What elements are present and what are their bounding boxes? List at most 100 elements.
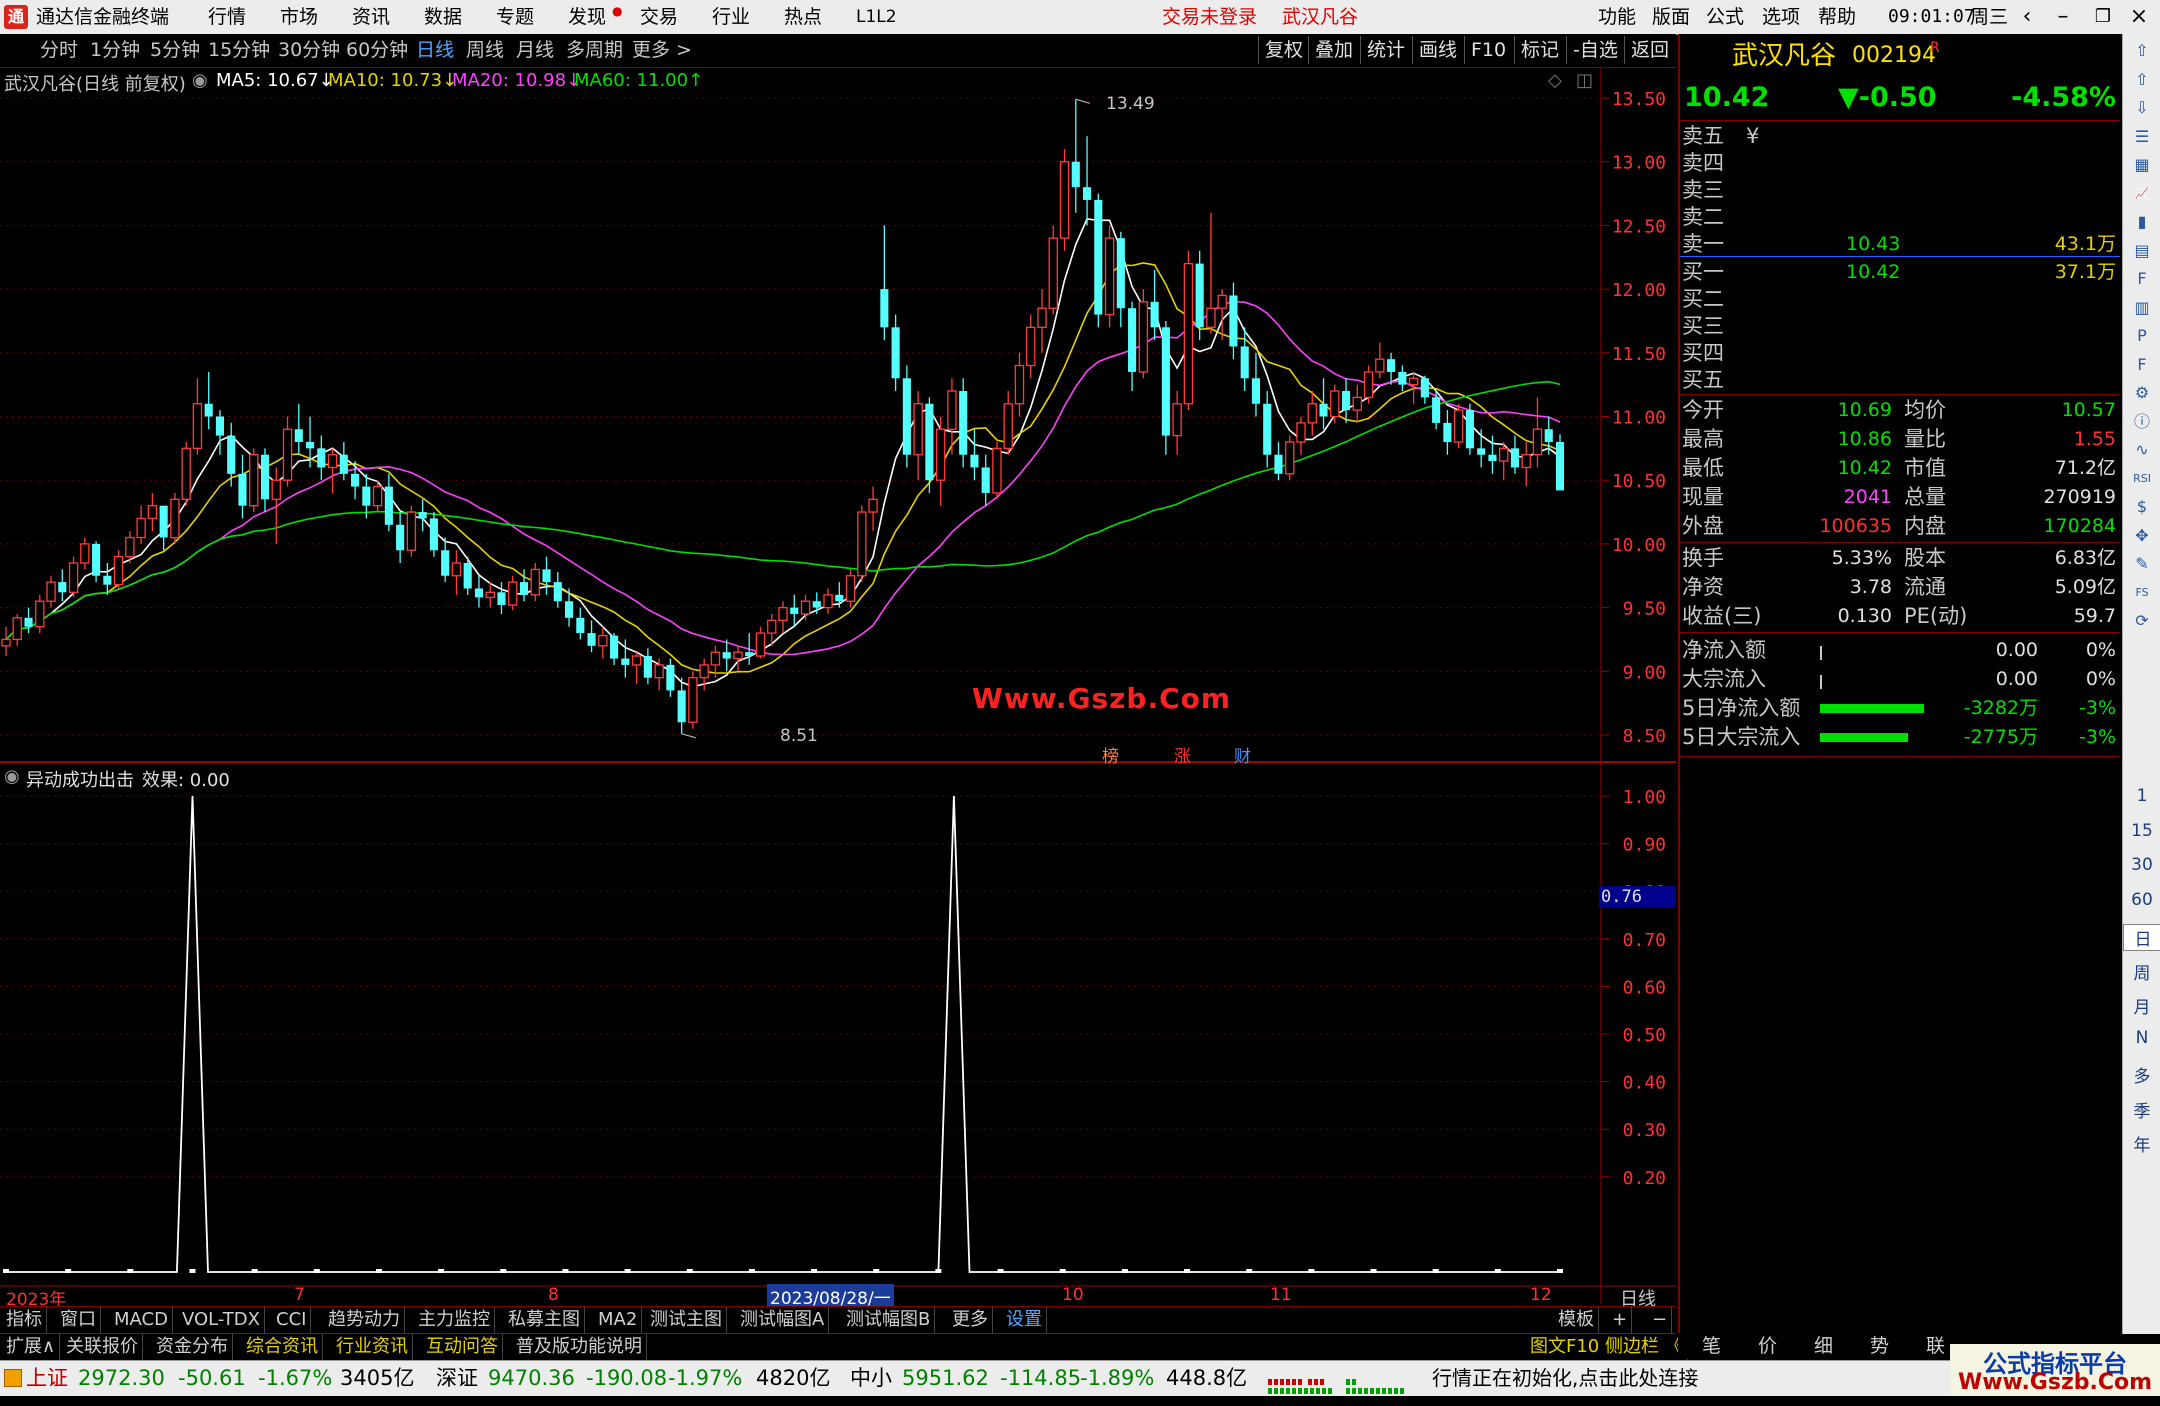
refresh-icon[interactable]: ⟳	[2130, 610, 2154, 632]
connection-message[interactable]: 行情正在初始化,点击此处连接	[1432, 1361, 1698, 1396]
period-tab[interactable]: 15分钟	[208, 34, 270, 67]
return-button[interactable]: 返回	[1624, 36, 1675, 64]
close-icon[interactable]: ×	[2122, 0, 2156, 34]
info-tab[interactable]: 互动问答	[422, 1334, 503, 1360]
legend-toggle-icon[interactable]: ◉	[192, 70, 208, 91]
vstrip-period-5[interactable]: 周	[2123, 959, 2160, 984]
login-status[interactable]: 交易未登录	[1162, 0, 1257, 34]
vstrip-period-3[interactable]: 60	[2123, 890, 2160, 910]
draw-button[interactable]: 画线	[1412, 36, 1463, 64]
indicator-tab[interactable]: 窗口	[56, 1307, 101, 1333]
menu-layout[interactable]: 版面	[1652, 0, 1690, 34]
quote-tab[interactable]: 势	[1870, 1333, 1889, 1359]
diamond-icon[interactable]: ◇	[1548, 70, 1562, 91]
p-icon[interactable]: P	[2130, 325, 2154, 347]
dollar-icon[interactable]: $	[2130, 496, 2154, 518]
info-tab[interactable]: 关联报价	[62, 1334, 143, 1360]
candle-icon[interactable]: ▮	[2130, 211, 2154, 233]
minimize-icon[interactable]: –	[2046, 0, 2080, 34]
vstrip-period-0[interactable]: 1	[2123, 786, 2160, 806]
menu-industry[interactable]: 行业	[712, 0, 750, 34]
indicator-tab[interactable]: 测试幅图B	[842, 1307, 936, 1333]
vstrip-period-7[interactable]: N	[2123, 1028, 2160, 1048]
menu-function[interactable]: 功能	[1598, 0, 1636, 34]
vstrip-period-1[interactable]: 15	[2123, 821, 2160, 841]
period-tab-daily[interactable]: 日线	[416, 34, 454, 67]
vstrip-period-8[interactable]: 多	[2123, 1062, 2160, 1087]
grid-icon[interactable]: ▦	[2130, 154, 2154, 176]
adjust-button[interactable]: 复权	[1258, 36, 1309, 64]
menu-hot[interactable]: 热点	[784, 0, 822, 34]
menu-options[interactable]: 选项	[1762, 0, 1800, 34]
indicator-tab[interactable]: 更多	[948, 1307, 993, 1333]
arrow-up-icon[interactable]: ⇧	[2130, 40, 2154, 62]
period-tab[interactable]: 周线	[466, 34, 504, 67]
menu-market[interactable]: 市场	[280, 0, 318, 34]
period-tab[interactable]: 多周期	[566, 34, 623, 67]
f10-sidebar-toggle[interactable]: 图文F10 侧边栏 《	[1526, 1334, 1688, 1360]
info-tab[interactable]: 资金分布	[152, 1334, 233, 1360]
vstrip-period-6[interactable]: 月	[2123, 993, 2160, 1018]
sub-legend-toggle-icon[interactable]: ◉	[4, 766, 20, 787]
f2-icon[interactable]: F	[2130, 354, 2154, 376]
rsi-icon[interactable]: RSI	[2130, 468, 2154, 490]
info-tab[interactable]: 综合资讯	[242, 1334, 323, 1360]
template-control[interactable]: −	[1648, 1307, 1673, 1333]
sh-index-name[interactable]: 上证	[26, 1361, 68, 1396]
menu-discover[interactable]: 发现	[568, 0, 606, 34]
restore-icon[interactable]: ❐	[2086, 0, 2120, 34]
period-tab[interactable]: 5分钟	[150, 34, 200, 67]
menu-trade[interactable]: 交易	[640, 0, 678, 34]
template-control[interactable]: 模板	[1554, 1307, 1599, 1333]
vstrip-period-9[interactable]: 季	[2123, 1097, 2160, 1122]
arrow-down-icon[interactable]: ⇩	[2130, 97, 2154, 119]
event-tag-limitup[interactable]: 涨	[1174, 742, 1191, 767]
info-tab[interactable]: 行业资讯	[332, 1334, 413, 1360]
overlay-button[interactable]: 叠加	[1308, 36, 1359, 64]
indicator-tab[interactable]: 测试幅图A	[736, 1307, 830, 1333]
quote-tab[interactable]: 价	[1758, 1333, 1777, 1359]
indicator-tab[interactable]: MA2	[594, 1307, 643, 1333]
vstrip-period-10[interactable]: 年	[2123, 1131, 2160, 1156]
menu-quotes[interactable]: 行情	[208, 0, 246, 34]
quote-tab[interactable]: 细	[1814, 1333, 1833, 1359]
list-icon[interactable]: ☰	[2130, 126, 2154, 148]
menu-help[interactable]: 帮助	[1818, 0, 1856, 34]
quote-tab[interactable]: 笔	[1702, 1333, 1721, 1359]
menu-formula[interactable]: 公式	[1706, 0, 1744, 34]
menu-topic[interactable]: 专题	[496, 0, 534, 34]
chart-icon[interactable]: 📈	[2130, 183, 2154, 205]
period-tab[interactable]: 1分钟	[90, 34, 140, 67]
vstrip-period-4[interactable]: 日	[2123, 924, 2160, 951]
doc-icon[interactable]: ▤	[2130, 240, 2154, 262]
indicator-tab[interactable]: 测试主图	[646, 1307, 727, 1333]
info-icon[interactable]: ⓘ	[2130, 411, 2154, 433]
template-control[interactable]: +	[1608, 1307, 1633, 1333]
period-tab[interactable]: 月线	[516, 34, 554, 67]
menu-data[interactable]: 数据	[424, 0, 462, 34]
indicator-tab[interactable]: VOL-TDX	[178, 1307, 265, 1333]
menu-l1l2[interactable]: L1L2	[856, 0, 897, 34]
period-tab[interactable]: 分时	[40, 34, 78, 67]
indicator-tab[interactable]: 主力监控	[414, 1307, 495, 1333]
info-tab[interactable]: 普及版功能说明	[512, 1334, 647, 1360]
event-tag-rank[interactable]: 榜	[1102, 742, 1119, 767]
period-tab[interactable]: 30分钟	[278, 34, 340, 67]
quote-tab[interactable]: 联	[1926, 1333, 1945, 1359]
gear-icon[interactable]: ⚙	[2130, 382, 2154, 404]
menu-news[interactable]: 资讯	[352, 0, 390, 34]
event-tag-finance[interactable]: 财	[1234, 742, 1251, 767]
back-icon[interactable]: ‹	[2010, 0, 2044, 34]
sz-index-name[interactable]: 深证	[436, 1361, 478, 1396]
period-tab[interactable]: 60分钟	[346, 34, 408, 67]
watchlist-remove-button[interactable]: -自选	[1566, 36, 1624, 64]
arrow-up-outline-icon[interactable]: ⇧	[2130, 69, 2154, 91]
vstrip-period-2[interactable]: 30	[2123, 855, 2160, 875]
f10-icon[interactable]: F	[2130, 268, 2154, 290]
more-periods[interactable]: 更多 >	[632, 34, 692, 67]
settings-icon[interactable]: ▥	[2130, 297, 2154, 319]
indicator-tab[interactable]: 私募主图	[504, 1307, 585, 1333]
indicator-tab[interactable]: CCI	[272, 1307, 312, 1333]
f10-button[interactable]: F10	[1464, 36, 1512, 64]
zx-index-name[interactable]: 中小	[850, 1361, 892, 1396]
